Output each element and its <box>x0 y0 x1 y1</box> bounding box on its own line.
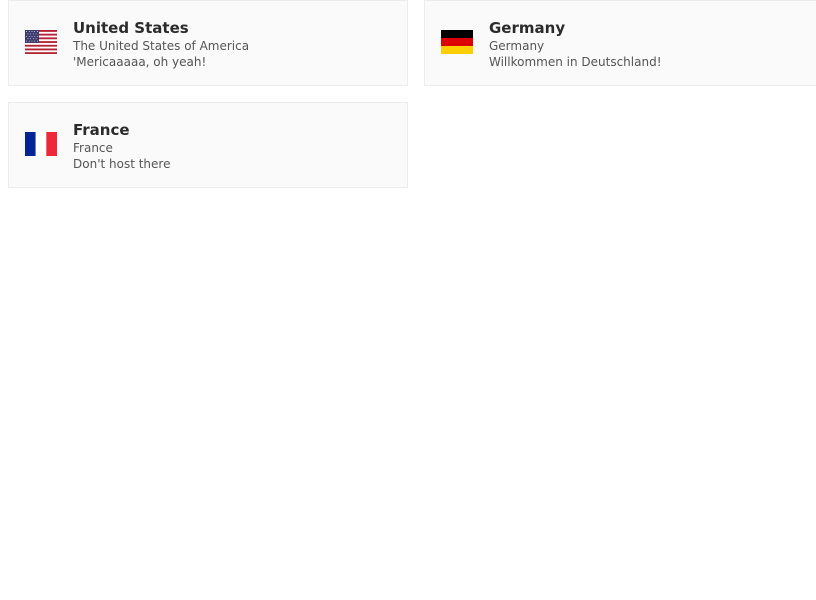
country-official-name: France <box>73 141 113 155</box>
country-tagline: Don't host there <box>73 157 171 171</box>
country-tagline: Willkommen in Deutschland! <box>489 55 662 69</box>
country-list: United States The United States of Ameri… <box>0 0 816 600</box>
france-flag-icon <box>25 132 57 156</box>
country-info: United States The United States of Ameri… <box>73 18 249 70</box>
country-official-name: Germany <box>489 39 545 53</box>
country-tagline: 'Mericaaaaa, oh yeah! <box>73 55 207 69</box>
us-flag-icon <box>25 30 57 54</box>
country-info: Germany Germany Willkommen in Deutschlan… <box>489 18 662 70</box>
country-info: France France Don't host there <box>73 120 170 172</box>
country-name: France <box>73 121 130 139</box>
germany-flag-icon <box>441 30 473 54</box>
country-official-name: The United States of America <box>73 39 250 53</box>
country-card-united-states[interactable]: United States The United States of Ameri… <box>8 0 408 86</box>
country-name: Germany <box>489 19 566 37</box>
country-card-germany[interactable]: Germany Germany Willkommen in Deutschlan… <box>424 0 816 86</box>
country-name: United States <box>73 19 189 37</box>
country-card-france[interactable]: France France Don't host there <box>8 102 408 188</box>
